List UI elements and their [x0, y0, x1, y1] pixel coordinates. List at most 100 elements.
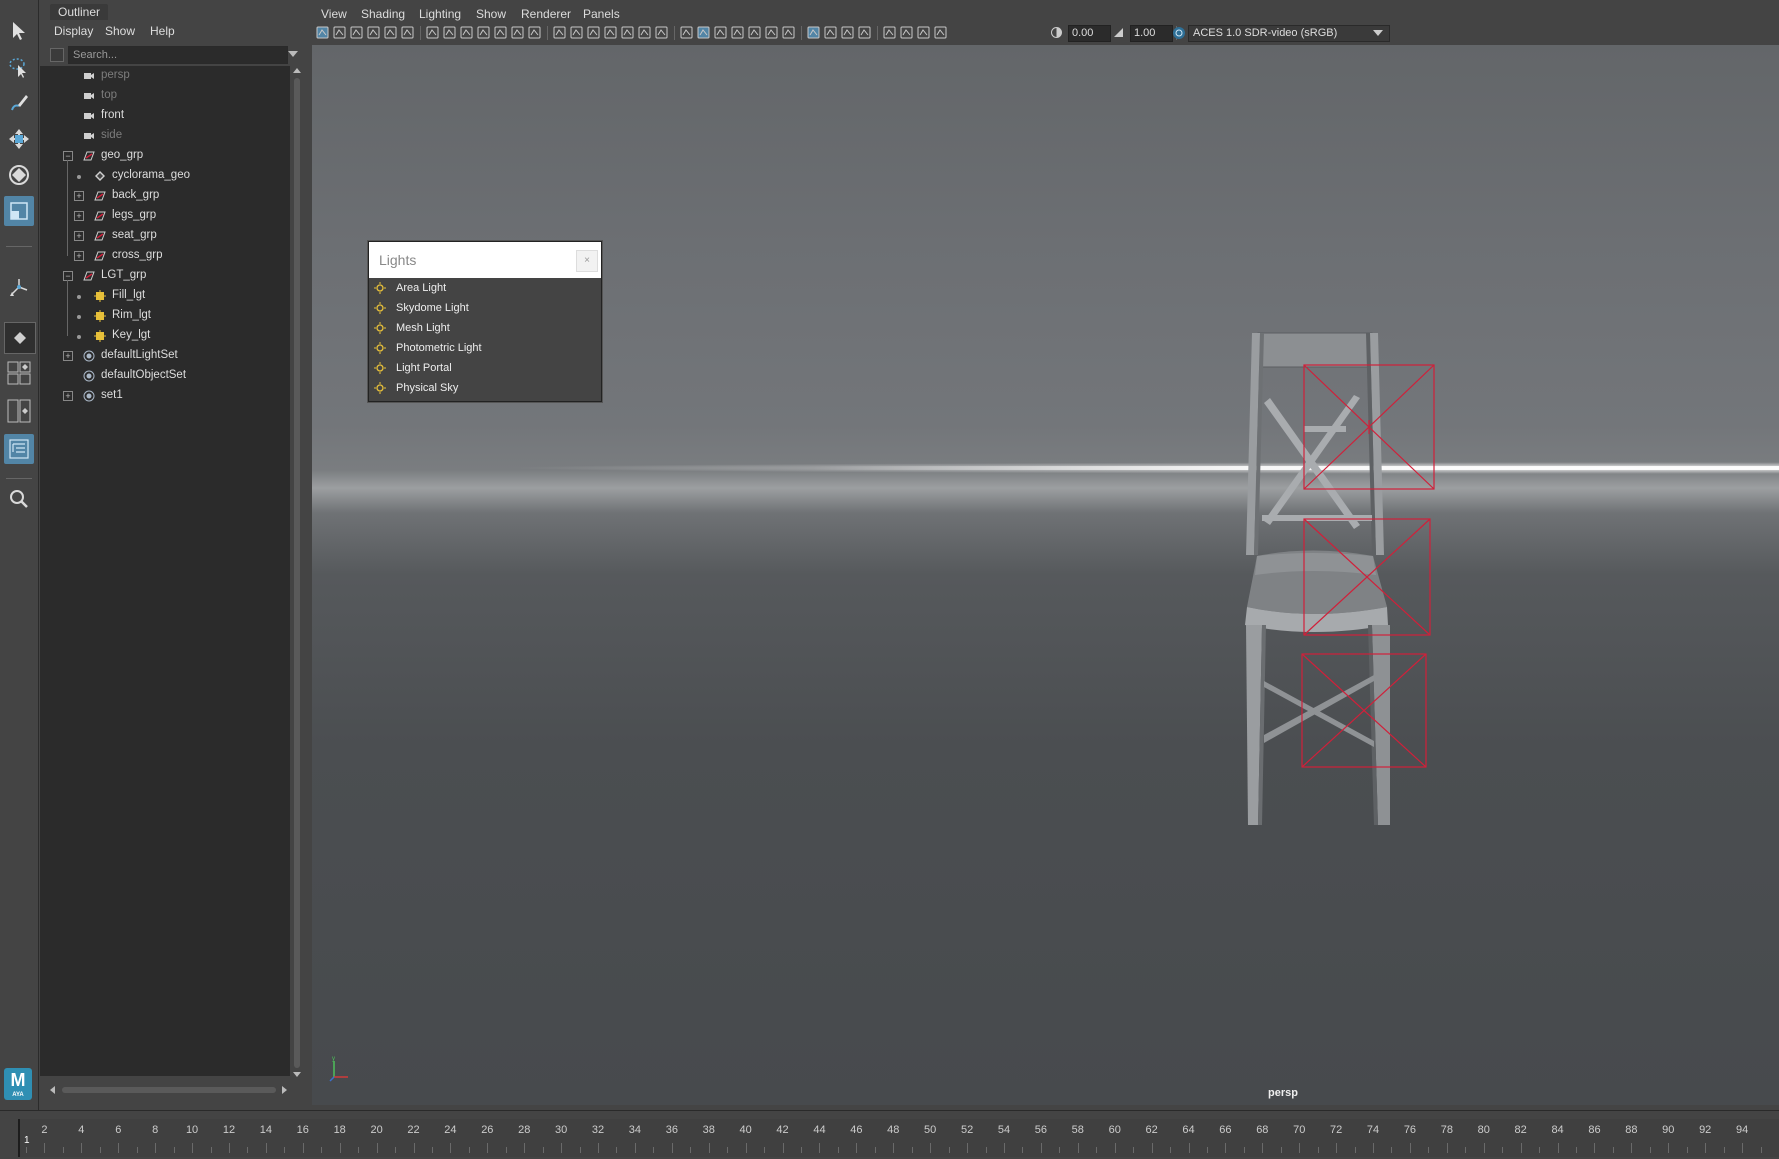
outliner-item-top[interactable]: top — [40, 86, 290, 106]
outliner-item-lgt-grp[interactable]: − LGT_grp — [40, 266, 290, 286]
outliner-vertical-scrollbar[interactable] — [292, 66, 302, 1080]
outliner-item-front[interactable]: front — [40, 106, 290, 126]
resolution-gate-icon[interactable] — [587, 26, 600, 39]
use-all-lights-icon[interactable] — [765, 26, 778, 39]
outliner-menu-help[interactable]: Help — [150, 24, 175, 38]
outliner-item-persp[interactable]: persp — [40, 66, 290, 86]
scroll-left-icon[interactable] — [50, 1086, 55, 1094]
outliner-item-geo-grp[interactable]: − geo_grp — [40, 146, 290, 166]
gamma-icon[interactable] — [1112, 26, 1125, 39]
outliner-item-rim-lgt[interactable]: Rim_lgt — [40, 306, 290, 326]
backface-icon[interactable] — [934, 26, 947, 39]
outliner-item-cross-grp[interactable]: + cross_grp — [40, 246, 290, 266]
scale-tool-icon[interactable] — [4, 196, 34, 226]
outliner-vscroll-thumb[interactable] — [294, 78, 300, 1068]
light-menu-item-photometric-light[interactable]: Photometric Light — [369, 338, 601, 358]
outliner-title[interactable]: Outliner — [50, 4, 109, 20]
grid-icon[interactable] — [553, 26, 566, 39]
outliner-item-defaultobjectset[interactable]: defaultObjectSet — [40, 366, 290, 386]
lock-camera-icon[interactable] — [443, 26, 456, 39]
xray-joints-icon[interactable] — [900, 26, 913, 39]
expand-icon[interactable]: + — [74, 251, 84, 261]
xray-active-icon[interactable] — [917, 26, 930, 39]
search-icon[interactable] — [4, 484, 34, 514]
pencil-icon[interactable] — [528, 26, 541, 39]
current-time-indicator[interactable] — [18, 1119, 20, 1157]
outliner-item-key-lgt[interactable]: Key_lgt — [40, 326, 290, 346]
2d-pan-zoom-icon[interactable] — [384, 26, 397, 39]
lights-popup-close-button[interactable]: × — [576, 250, 598, 272]
panel-menu-panels[interactable]: Panels — [583, 7, 620, 21]
select-tool-icon[interactable] — [4, 16, 34, 46]
outliner-item-fill-lgt[interactable]: Fill_lgt — [40, 286, 290, 306]
expand-icon[interactable]: + — [74, 231, 84, 241]
image-plane-icon[interactable] — [367, 26, 380, 39]
outliner-item-seat-grp[interactable]: + seat_grp — [40, 226, 290, 246]
outliner-menu-show[interactable]: Show — [105, 24, 135, 38]
lights-popup-header[interactable]: Lights × — [369, 242, 601, 278]
outliner-horizontal-scrollbar[interactable] — [48, 1084, 288, 1094]
scroll-down-icon[interactable] — [293, 1072, 301, 1077]
grease-pencil-icon[interactable] — [401, 26, 414, 39]
light-menu-item-light-portal[interactable]: Light Portal — [369, 358, 601, 378]
exposure-field[interactable]: 0.00 — [1068, 25, 1111, 42]
gamma-field[interactable]: 1.00 — [1130, 25, 1173, 42]
light-menu-item-skydome-light[interactable]: Skydome Light — [369, 298, 601, 318]
smooth-shade-icon[interactable] — [697, 26, 710, 39]
outliner-item-legs-grp[interactable]: + legs_grp — [40, 206, 290, 226]
expand-icon[interactable]: + — [63, 351, 73, 361]
search-filter-icon[interactable] — [50, 48, 64, 62]
outliner-item-side[interactable]: side — [40, 126, 290, 146]
panel-menu-show[interactable]: Show — [476, 7, 506, 21]
collapse-icon[interactable]: − — [63, 271, 73, 281]
scroll-right-icon[interactable] — [282, 1086, 287, 1094]
safe-action-icon[interactable] — [638, 26, 651, 39]
lasso-select-tool-icon[interactable] — [4, 52, 34, 82]
rotate-tool-icon[interactable] — [4, 160, 34, 190]
shadows-icon[interactable] — [782, 26, 795, 39]
xray-icon[interactable] — [731, 26, 744, 39]
time-slider-track[interactable]: 2 4 6 8 10 12 14 16 18 20 22 24 26 28 30 32 34 36 38 40 42 44… — [18, 1119, 1779, 1157]
four-view-layout-icon[interactable] — [4, 358, 34, 388]
bookmark-icon[interactable] — [477, 26, 490, 39]
image-plane-toggle-icon[interactable] — [494, 26, 507, 39]
outliner-item-set1[interactable]: + set1 — [40, 386, 290, 406]
collapse-icon[interactable]: − — [63, 151, 73, 161]
select-camera-icon[interactable] — [316, 26, 329, 39]
gate-mask-icon[interactable] — [604, 26, 617, 39]
single-perspective-layout-icon[interactable] — [4, 322, 36, 354]
camera-attr-icon[interactable] — [460, 26, 473, 39]
light-menu-item-physical-sky[interactable]: Physical Sky — [369, 378, 601, 398]
panel-menu-view[interactable]: View — [321, 7, 347, 21]
panel-menu-shading[interactable]: Shading — [361, 7, 405, 21]
persp-viewport[interactable]: y persp — [312, 45, 1779, 1105]
textured-icon[interactable] — [748, 26, 761, 39]
ambient-occlusion-icon[interactable] — [807, 26, 820, 39]
isolate-select-icon[interactable] — [883, 26, 896, 39]
safe-title-icon[interactable] — [655, 26, 668, 39]
color-management-icon[interactable] — [1172, 26, 1185, 39]
anti-alias-icon[interactable] — [841, 26, 854, 39]
move-tool-icon[interactable] — [4, 124, 34, 154]
depth-of-field-icon[interactable] — [858, 26, 871, 39]
camera-attributes-icon[interactable] — [333, 26, 346, 39]
film-gate-icon[interactable] — [570, 26, 583, 39]
outliner-item-back-grp[interactable]: + back_grp — [40, 186, 290, 206]
chair-model[interactable] — [312, 45, 1779, 1105]
search-options-chevron-down-icon[interactable] — [288, 51, 298, 57]
paint-select-tool-icon[interactable] — [4, 88, 34, 118]
expand-icon[interactable]: + — [63, 391, 73, 401]
field-chart-icon[interactable] — [621, 26, 634, 39]
outliner-search-input[interactable] — [68, 46, 288, 64]
light-menu-item-mesh-light[interactable]: Mesh Light — [369, 318, 601, 338]
expand-icon[interactable]: + — [74, 191, 84, 201]
expand-icon[interactable]: + — [74, 211, 84, 221]
outliner-hscroll-thumb[interactable] — [62, 1087, 276, 1093]
universal-manipulator-tool-icon[interactable] — [4, 272, 34, 302]
motion-blur-icon[interactable] — [824, 26, 837, 39]
outliner-item-cyclorama-geo[interactable]: cyclorama_geo — [40, 166, 290, 186]
wireframe-icon[interactable] — [680, 26, 693, 39]
panel-menu-lighting[interactable]: Lighting — [419, 7, 461, 21]
exposure-icon[interactable] — [1050, 26, 1063, 39]
pan-zoom-icon[interactable] — [511, 26, 524, 39]
